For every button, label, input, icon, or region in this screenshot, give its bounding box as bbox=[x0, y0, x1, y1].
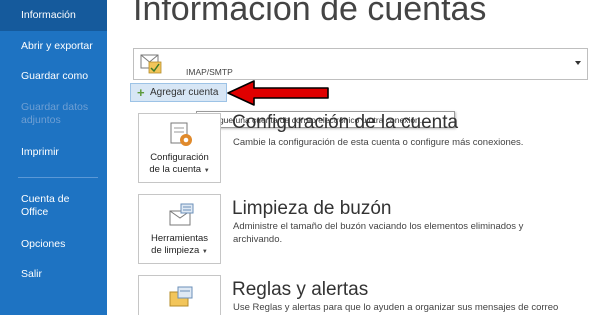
cleanup-heading: Limpieza de buzón bbox=[232, 198, 392, 219]
nav-divider bbox=[18, 177, 98, 178]
cleanup-tools-card[interactable]: Herramientas de limpieza ▼ bbox=[138, 194, 221, 264]
add-account-label: Agregar cuenta bbox=[150, 87, 219, 98]
chevron-down-icon: ▼ bbox=[203, 168, 210, 174]
cleanup-icon bbox=[169, 203, 194, 226]
chevron-down-icon: ▼ bbox=[201, 249, 208, 255]
cleanup-tools-label-1: Herramientas bbox=[150, 233, 209, 244]
account-selector[interactable]: IMAP/SMTP bbox=[133, 48, 588, 80]
account-settings-heading: Configuración de la cuenta bbox=[232, 112, 459, 133]
gear-icon bbox=[170, 122, 192, 146]
rules-heading: Reglas y alertas bbox=[232, 279, 369, 300]
cleanup-description: Administre el tamaño del buzón vaciando … bbox=[233, 221, 524, 245]
account-envelope-icon bbox=[140, 54, 162, 74]
nav-item-exit[interactable]: Salir bbox=[0, 268, 107, 281]
plus-icon: + bbox=[137, 85, 145, 100]
cleanup-tools-label-2: de limpieza bbox=[151, 245, 200, 256]
rules-description: Use Reglas y alertas para que lo ayuden … bbox=[233, 302, 559, 313]
nav-item-info[interactable]: Información bbox=[0, 0, 107, 31]
nav-item-open-export[interactable]: Abrir y exportar bbox=[0, 40, 107, 53]
account-type: IMAP/SMTP bbox=[186, 67, 233, 77]
page-title: Información de cuentas bbox=[133, 0, 487, 28]
nav-item-options[interactable]: Opciones bbox=[0, 238, 107, 251]
account-settings-label-2: de la cuenta bbox=[149, 164, 202, 175]
rules-icon bbox=[169, 286, 193, 307]
account-settings-card[interactable]: Configuración de la cuenta ▼ bbox=[138, 113, 221, 183]
nav-item-print[interactable]: Imprimir bbox=[0, 146, 107, 159]
backstage-sidebar: Información Abrir y exportar Guardar com… bbox=[0, 0, 107, 315]
account-settings-description: Cambie la configuración de esta cuenta o… bbox=[233, 137, 524, 148]
account-settings-label-1: Configuración bbox=[150, 152, 209, 163]
nav-item-save-attachments: Guardar datos adjuntos bbox=[21, 101, 89, 126]
rules-alerts-card[interactable] bbox=[138, 275, 221, 315]
add-account-button[interactable]: + Agregar cuenta bbox=[130, 83, 227, 102]
chevron-down-icon[interactable] bbox=[575, 61, 581, 65]
nav-item-save-as[interactable]: Guardar como bbox=[0, 70, 107, 83]
annotation-arrow-icon bbox=[227, 80, 329, 106]
nav-item-office-account[interactable]: Cuenta de Office bbox=[0, 193, 107, 219]
